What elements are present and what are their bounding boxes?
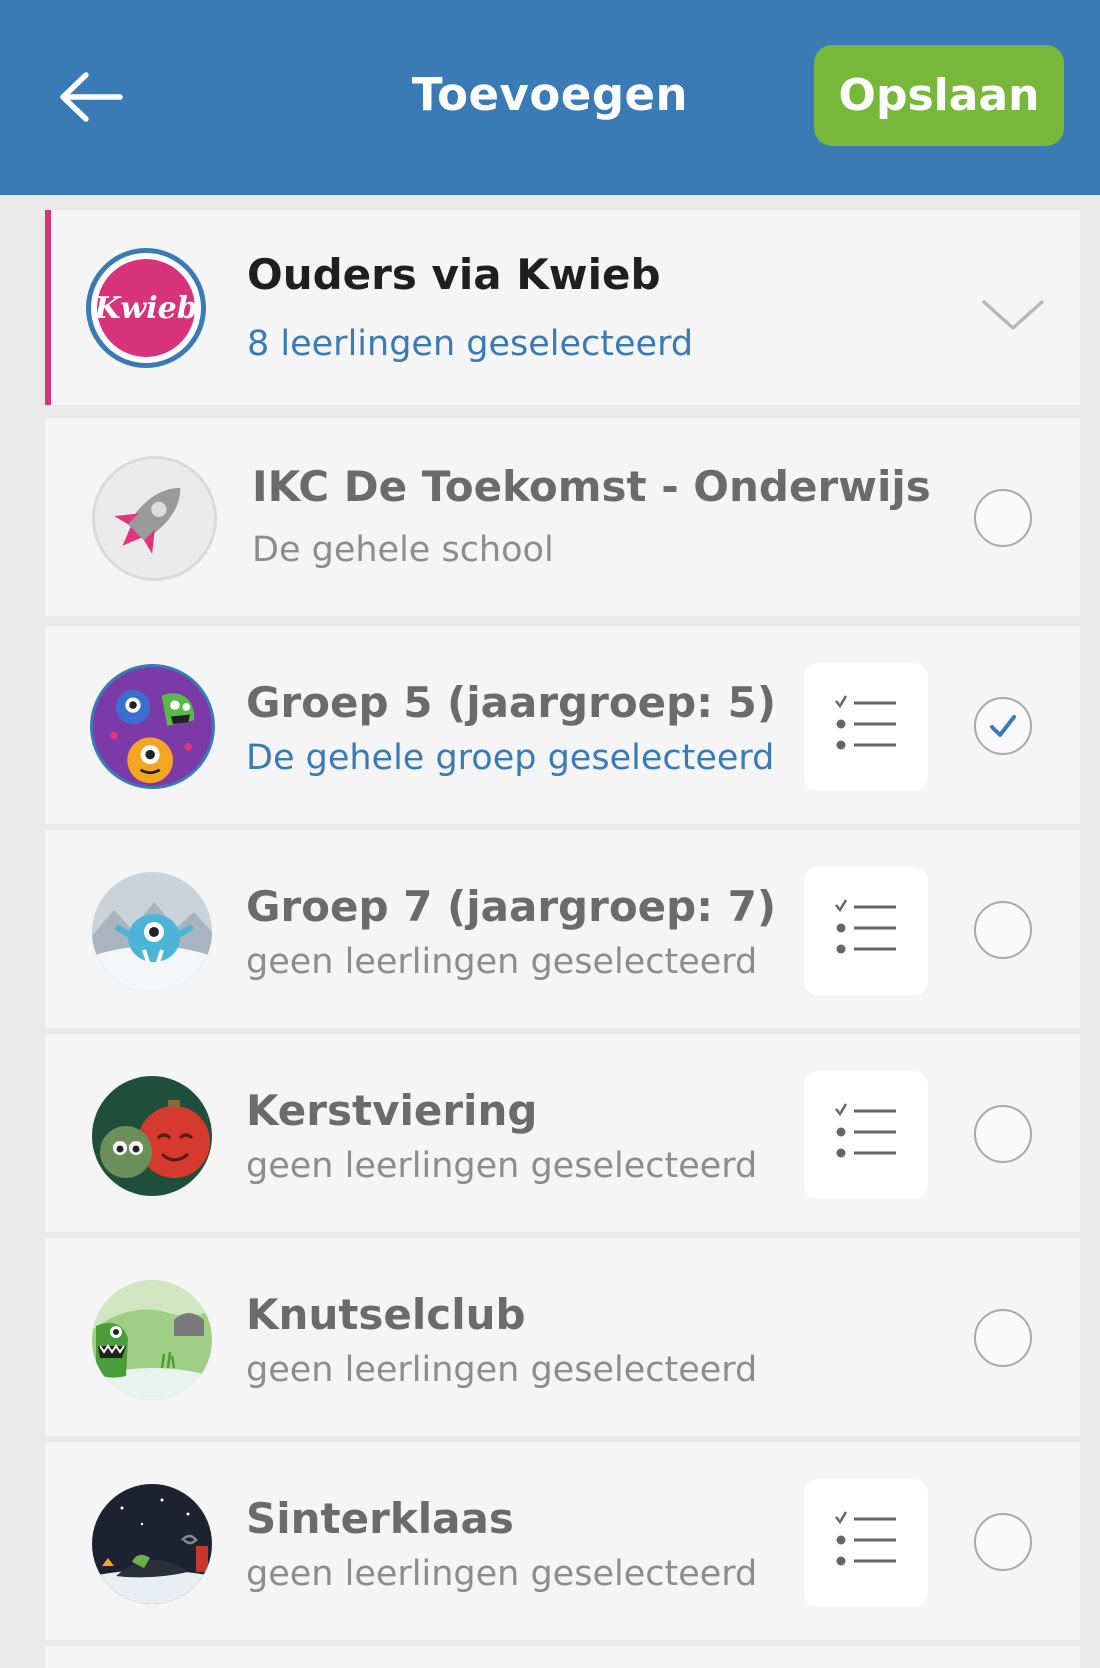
parents-title: Ouders via Kwieb: [247, 250, 661, 299]
night-scene-illustration: [92, 1498, 212, 1604]
yeti-illustration: [92, 902, 212, 992]
app-header: Toevoegen Opslaan: [0, 0, 1100, 195]
group-title: Knutselclub: [246, 1290, 526, 1339]
baubles-illustration: [100, 1100, 210, 1178]
student-list-button[interactable]: [804, 1479, 928, 1607]
group-subtitle: geen leerlingen geselecteerd: [246, 1554, 758, 1594]
group-row-partial[interactable]: [45, 1646, 1080, 1668]
group-radio[interactable]: [974, 1105, 1032, 1163]
group-title: Sinterklaas: [246, 1494, 514, 1543]
school-title: IKC De Toekomst - Onderwijs: [252, 462, 931, 511]
group-row[interactable]: Kerstviering geen leerlingen geselecteer…: [45, 1034, 1080, 1232]
school-subtitle: De gehele school: [252, 530, 554, 570]
checklist-icon: [835, 1511, 896, 1566]
group-row[interactable]: Sinterklaas geen leerlingen geselecteerd: [45, 1442, 1080, 1640]
group-subtitle: geen leerlingen geselecteerd: [246, 1350, 758, 1390]
school-row[interactable]: IKC De Toekomst - Onderwijs De gehele sc…: [45, 418, 1080, 616]
student-list-button[interactable]: [804, 867, 928, 995]
knutselclub-avatar: [92, 1280, 212, 1400]
parents-subtitle: 8 leerlingen geselecteerd: [247, 324, 694, 364]
group-title: Groep 5 (jaargroep: 5): [246, 678, 777, 727]
group-subtitle: geen leerlingen geselecteerd: [246, 1146, 758, 1186]
group-5-avatar: [90, 664, 215, 789]
student-list-button[interactable]: [804, 1071, 928, 1199]
checklist-icon: [835, 899, 896, 954]
group-row[interactable]: Knutselclub geen leerlingen geselecteerd: [45, 1238, 1080, 1436]
group-subtitle: De gehele groep geselecteerd: [246, 738, 775, 778]
save-button[interactable]: Opslaan: [814, 45, 1064, 146]
chevron-down-icon[interactable]: [981, 298, 1045, 332]
monsters-illustration: [110, 689, 195, 784]
group-7-avatar: [92, 872, 212, 992]
sinterklaas-avatar: [92, 1484, 212, 1604]
group-radio[interactable]: [974, 1513, 1032, 1571]
checkmark-icon: [989, 714, 1016, 737]
group-radio[interactable]: [974, 901, 1032, 959]
group-radio[interactable]: [974, 1309, 1032, 1367]
group-title: Groep 7 (jaargroep: 7): [246, 882, 777, 931]
school-avatar: [92, 456, 217, 581]
school-radio[interactable]: [974, 489, 1032, 547]
checklist-icon: [835, 1103, 896, 1158]
student-list-button[interactable]: [804, 663, 928, 791]
kwieb-logo-text: Kwieb: [94, 290, 198, 326]
group-title: Kerstviering: [246, 1086, 538, 1135]
group-radio-checked[interactable]: [974, 697, 1032, 755]
parents-row[interactable]: Kwieb Ouders via Kwieb 8 leerlingen gese…: [45, 210, 1080, 405]
checklist-icon: [835, 695, 896, 750]
kwieb-logo: Kwieb: [86, 248, 206, 368]
group-row[interactable]: Groep 7 (jaargroep: 7) geen leerlingen g…: [45, 830, 1080, 1028]
group-subtitle: geen leerlingen geselecteerd: [246, 942, 758, 982]
green-monster-illustration: [92, 1309, 212, 1400]
group-row[interactable]: Groep 5 (jaargroep: 5) De gehele groep g…: [45, 626, 1080, 824]
kerstviering-avatar: [92, 1076, 212, 1196]
rocket-icon: [114, 487, 181, 554]
